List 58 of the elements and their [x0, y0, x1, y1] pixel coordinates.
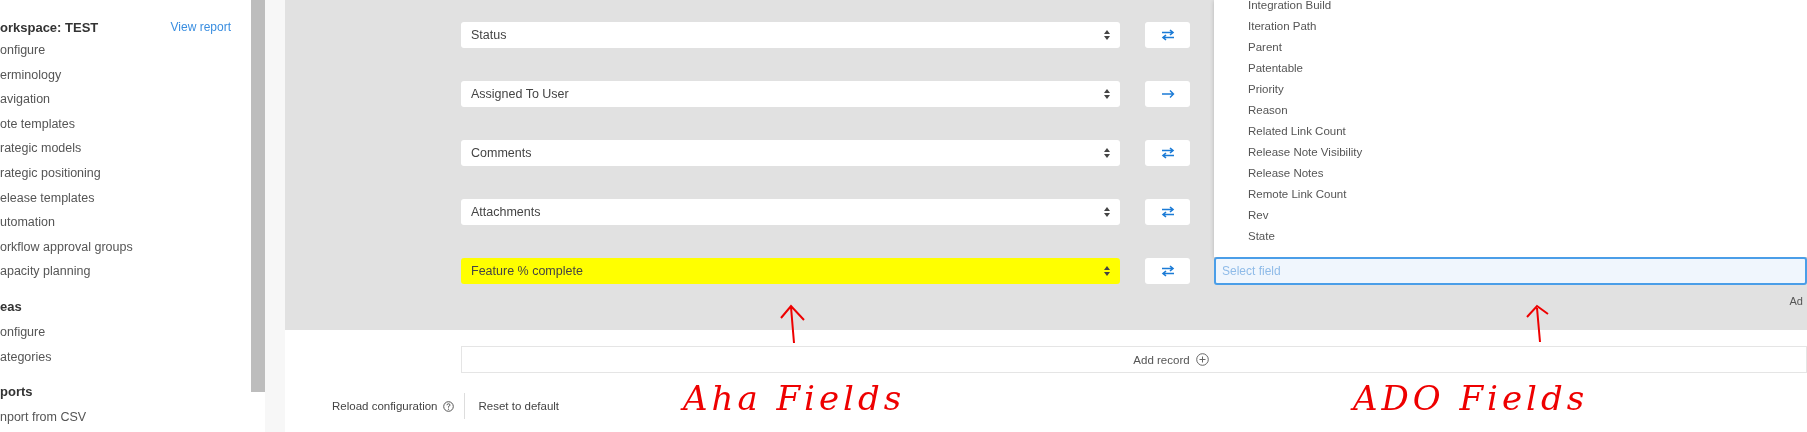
direction-button[interactable] [1145, 258, 1190, 284]
sidebar-item[interactable]: ote templates [0, 111, 251, 137]
sidebar-item[interactable]: utomation [0, 210, 251, 235]
sidebar-item[interactable]: elease templates [0, 185, 251, 211]
sidebar-item[interactable]: orkflow approval groups [0, 234, 251, 260]
sidebar-item[interactable]: nport from CSV [0, 405, 251, 430]
dropdown-option[interactable]: Priority [1248, 79, 1807, 100]
swap-arrows-icon [1160, 265, 1175, 277]
sidebar-item[interactable]: avigation [0, 87, 251, 112]
reload-configuration-button[interactable]: Reload configuration [332, 400, 464, 412]
add-record-button[interactable]: Add record [461, 346, 1807, 373]
swap-arrows-icon [1160, 147, 1175, 159]
sort-caret-icon [1104, 30, 1110, 40]
sidebar-item[interactable]: onfigure [0, 38, 251, 63]
dropdown-option[interactable]: Release Notes [1248, 163, 1807, 184]
scrollbar[interactable] [251, 0, 265, 392]
sidebar-heading: ports [0, 383, 34, 402]
direction-button[interactable] [1145, 199, 1190, 225]
plus-circle-icon [1195, 353, 1209, 366]
swap-arrows-icon [1160, 29, 1175, 41]
sidebar-title: orkspace: TEST [0, 19, 99, 35]
cut-label: Ad [1789, 295, 1803, 307]
dropdown-option[interactable]: State [1248, 226, 1807, 247]
select-field-input[interactable]: Select field [1214, 257, 1807, 285]
sidebar-item[interactable]: rategic positioning [0, 160, 251, 186]
direction-button[interactable] [1145, 22, 1190, 48]
sidebar-item[interactable]: erminology [0, 62, 251, 88]
sidebar-item[interactable]: rategic models [0, 136, 251, 161]
sidebar-item[interactable]: apacity planning [0, 259, 251, 284]
swap-arrows-icon [1160, 206, 1175, 218]
sort-caret-icon [1104, 207, 1110, 217]
dropdown-option[interactable]: Integration Build [1248, 0, 1807, 16]
field-select[interactable]: Status [461, 22, 1120, 48]
sort-caret-icon [1104, 266, 1110, 276]
sidebar-heading: eas [0, 297, 23, 316]
view-report-link[interactable]: View report [170, 20, 231, 34]
dropdown-option[interactable]: Related Link Count [1248, 121, 1807, 142]
dropdown-option[interactable]: Patentable [1248, 58, 1807, 79]
help-icon [442, 400, 454, 412]
field-select[interactable]: Comments [461, 140, 1120, 166]
field-select[interactable]: Assigned To User [461, 81, 1120, 107]
dropdown-option[interactable]: Rev [1248, 205, 1807, 226]
dropdown-option[interactable]: Iteration Path [1248, 16, 1807, 37]
right-arrow-icon [1160, 89, 1175, 99]
sidebar-item[interactable]: onfigure [0, 319, 251, 345]
reset-to-default-button[interactable]: Reset to default [478, 400, 570, 412]
dropdown-option[interactable]: Remote Link Count [1248, 184, 1807, 205]
dropdown-option[interactable]: Reason [1248, 100, 1807, 121]
arrow-drawing [778, 304, 808, 344]
dropdown-option[interactable]: Parent [1248, 37, 1807, 58]
direction-button[interactable] [1145, 140, 1190, 166]
field-select[interactable]: Attachments [461, 199, 1120, 225]
direction-button[interactable] [1145, 81, 1190, 107]
sort-caret-icon [1104, 148, 1110, 158]
sort-caret-icon [1104, 89, 1110, 99]
sidebar-item[interactable]: ategories [0, 344, 251, 370]
field-select[interactable]: Feature % complete [461, 258, 1120, 284]
dropdown-option[interactable]: Release Note Visibility [1248, 142, 1807, 163]
